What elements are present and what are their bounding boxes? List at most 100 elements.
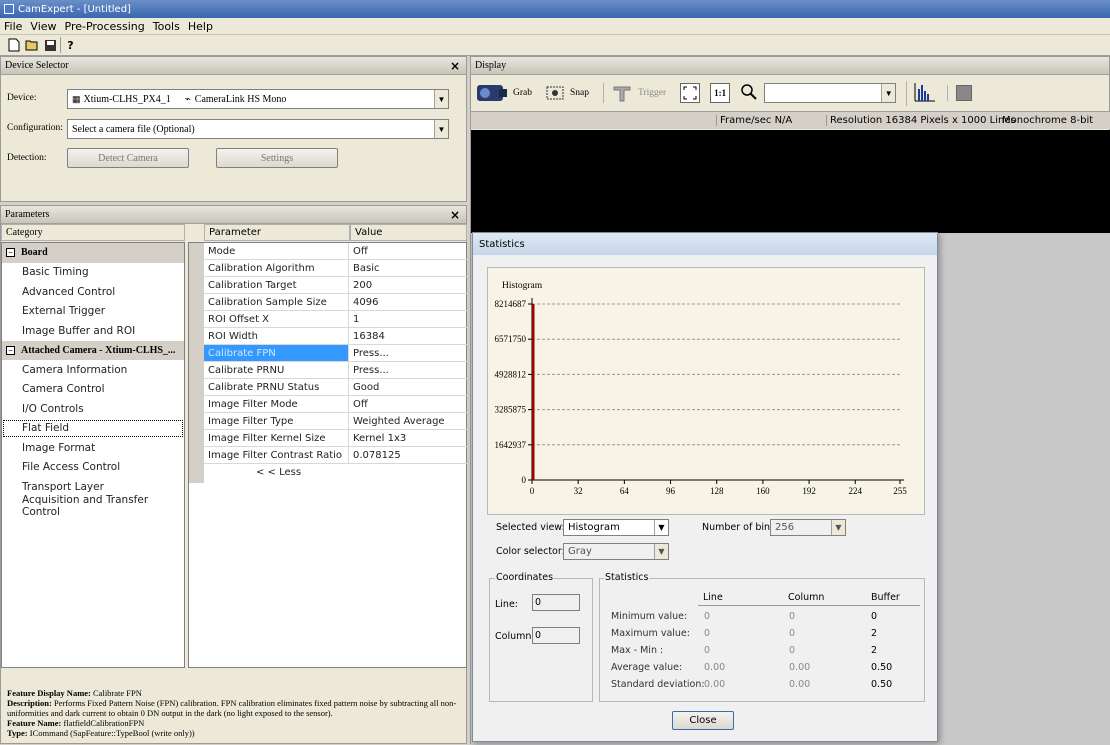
chevron-down-icon[interactable]: ▼ [881, 84, 896, 102]
menu-file[interactable]: File [4, 20, 22, 33]
device-camera: CameraLink HS Mono [194, 93, 287, 105]
parameter-value[interactable]: Press... [349, 345, 467, 361]
image-canvas[interactable] [471, 130, 1110, 233]
menu-help[interactable]: Help [188, 20, 213, 33]
parameter-value[interactable]: 1 [349, 311, 467, 327]
parameter-value[interactable]: Weighted Average [349, 413, 467, 429]
parameter-row[interactable]: Calibration Target 200 [204, 277, 467, 294]
detect-camera-button[interactable]: Detect Camera [67, 148, 189, 168]
y-tick-label: 8214687 [495, 299, 527, 309]
snap-button[interactable]: Snap [546, 84, 589, 102]
parameter-value[interactable]: Off [349, 396, 467, 412]
row-gutter [189, 243, 204, 483]
parameter-value[interactable]: 16384 [349, 328, 467, 344]
category-item-label: Acquisition and Transfer Control [22, 494, 149, 519]
category-item[interactable]: I/O Controls [2, 399, 184, 419]
x-tick-label: 255 [893, 486, 907, 496]
close-icon[interactable]: × [450, 208, 460, 222]
parameter-value[interactable]: Good [349, 379, 467, 395]
parameter-row[interactable]: Calibrate PRNU Status Good [204, 379, 467, 396]
chevron-down-icon[interactable]: ▼ [434, 90, 448, 108]
column-input[interactable]: 0 [532, 627, 580, 644]
parameter-value[interactable]: Kernel 1x3 [349, 430, 467, 446]
category-group[interactable]: − Attached Camera - Xtium-CLHS_... [2, 340, 184, 360]
category-item[interactable]: Flat Field [2, 419, 184, 439]
category-item[interactable]: Camera Control [2, 380, 184, 400]
category-item-label: I/O Controls [22, 402, 84, 415]
menu-preprocessing[interactable]: Pre-Processing [65, 20, 145, 33]
category-item[interactable]: Image Format [2, 438, 184, 458]
parameter-header: Parameter [204, 224, 350, 241]
stat-line-value: 0 [704, 628, 711, 639]
parameter-row[interactable]: Image Filter Kernel Size Kernel 1x3 [204, 430, 467, 447]
feature-name-label: Feature Name: [7, 718, 62, 728]
collapse-icon[interactable]: − [6, 345, 15, 355]
settings-button[interactable]: Settings [216, 148, 338, 168]
category-item-label: File Access Control [22, 461, 121, 474]
line-label: Line: [495, 599, 518, 610]
category-item[interactable]: File Access Control [2, 458, 184, 478]
category-header: Category [1, 224, 185, 241]
close-icon[interactable]: × [450, 59, 460, 73]
parameter-value[interactable]: 200 [349, 277, 467, 293]
category-item-label: Transport Layer [22, 480, 104, 493]
x-tick-label: 160 [756, 486, 770, 496]
category-item[interactable]: Acquisition and Transfer Control [2, 494, 184, 519]
less-toggle[interactable]: < < Less [204, 464, 467, 481]
category-item[interactable]: Camera Information [2, 360, 184, 380]
color-selector-combo[interactable]: Gray ▼ [563, 543, 669, 560]
device-combo[interactable]: ▦ Xtium-CLHS_PX4_1 ⌁ CameraLink HS Mono … [67, 89, 449, 109]
parameter-value[interactable]: Basic [349, 260, 467, 276]
parameter-row[interactable]: Calibrate PRNU Press... [204, 362, 467, 379]
display-title: Display [475, 60, 507, 71]
trigger-button[interactable]: Trigger [603, 83, 666, 103]
zoom-combo[interactable]: ▼ [764, 83, 897, 103]
configuration-combo[interactable]: Select a camera file (Optional) ▼ [67, 119, 449, 139]
parameter-row[interactable]: Calibrate FPN Press... [204, 345, 467, 362]
selected-view-combo[interactable]: Histogram ▼ [563, 519, 669, 536]
parameter-row[interactable]: Image Filter Type Weighted Average [204, 413, 467, 430]
chevron-down-icon[interactable]: ▼ [654, 520, 668, 535]
category-item[interactable]: Advanced Control [2, 282, 184, 302]
histogram-icon[interactable] [906, 80, 937, 106]
new-icon[interactable] [6, 37, 22, 53]
parameter-value[interactable]: Off [349, 243, 467, 259]
category-tree: − Board Basic Timing Advanced Control Extern… [1, 242, 185, 668]
parameter-row[interactable]: Calibration Algorithm Basic [204, 260, 467, 277]
chevron-down-icon[interactable]: ▼ [831, 520, 845, 535]
menu-tools[interactable]: Tools [153, 20, 180, 33]
parameter-row[interactable]: Mode Off [204, 243, 467, 260]
open-icon[interactable] [24, 37, 40, 53]
parameter-row[interactable]: Image Filter Contrast Ratio 0.078125 [204, 447, 467, 464]
parameter-row[interactable]: Calibration Sample Size 4096 [204, 294, 467, 311]
chevron-down-icon[interactable]: ▼ [434, 120, 448, 138]
parameter-row[interactable]: ROI Width 16384 [204, 328, 467, 345]
histogram-title: Histogram [502, 281, 543, 291]
one-to-one-button[interactable]: 1:1 [710, 83, 731, 103]
parameter-row[interactable]: ROI Offset X1 [204, 311, 467, 328]
collapse-icon[interactable]: − [6, 248, 15, 258]
chevron-down-icon[interactable]: ▼ [654, 544, 668, 559]
parameter-value[interactable]: Press... [349, 362, 467, 378]
help-icon[interactable]: ? [60, 37, 76, 53]
category-group[interactable]: − Board [2, 243, 184, 263]
x-tick-label: 32 [574, 486, 583, 496]
parameter-value[interactable]: 0.078125 [349, 447, 467, 463]
menu-view[interactable]: View [30, 20, 56, 33]
save-icon[interactable] [42, 37, 58, 53]
stat-column-value: 0.00 [789, 662, 811, 673]
grab-button[interactable]: Grab [475, 81, 532, 105]
zoom-icon[interactable] [740, 83, 758, 104]
category-item[interactable]: Image Buffer and ROI [2, 321, 184, 341]
category-item[interactable]: External Trigger [2, 302, 184, 322]
parameter-value[interactable]: 4096 [349, 294, 467, 310]
parameter-name: ROI Offset X [204, 311, 349, 327]
bins-combo[interactable]: 256 ▼ [770, 519, 846, 536]
close-button[interactable]: Close [672, 711, 734, 730]
x-tick-label: 96 [666, 486, 676, 496]
line-input[interactable]: 0 [532, 594, 580, 611]
fit-icon[interactable] [680, 83, 701, 103]
category-item[interactable]: Basic Timing [2, 263, 184, 283]
stop-icon[interactable] [947, 85, 973, 101]
parameter-row[interactable]: Image Filter Mode Off [204, 396, 467, 413]
